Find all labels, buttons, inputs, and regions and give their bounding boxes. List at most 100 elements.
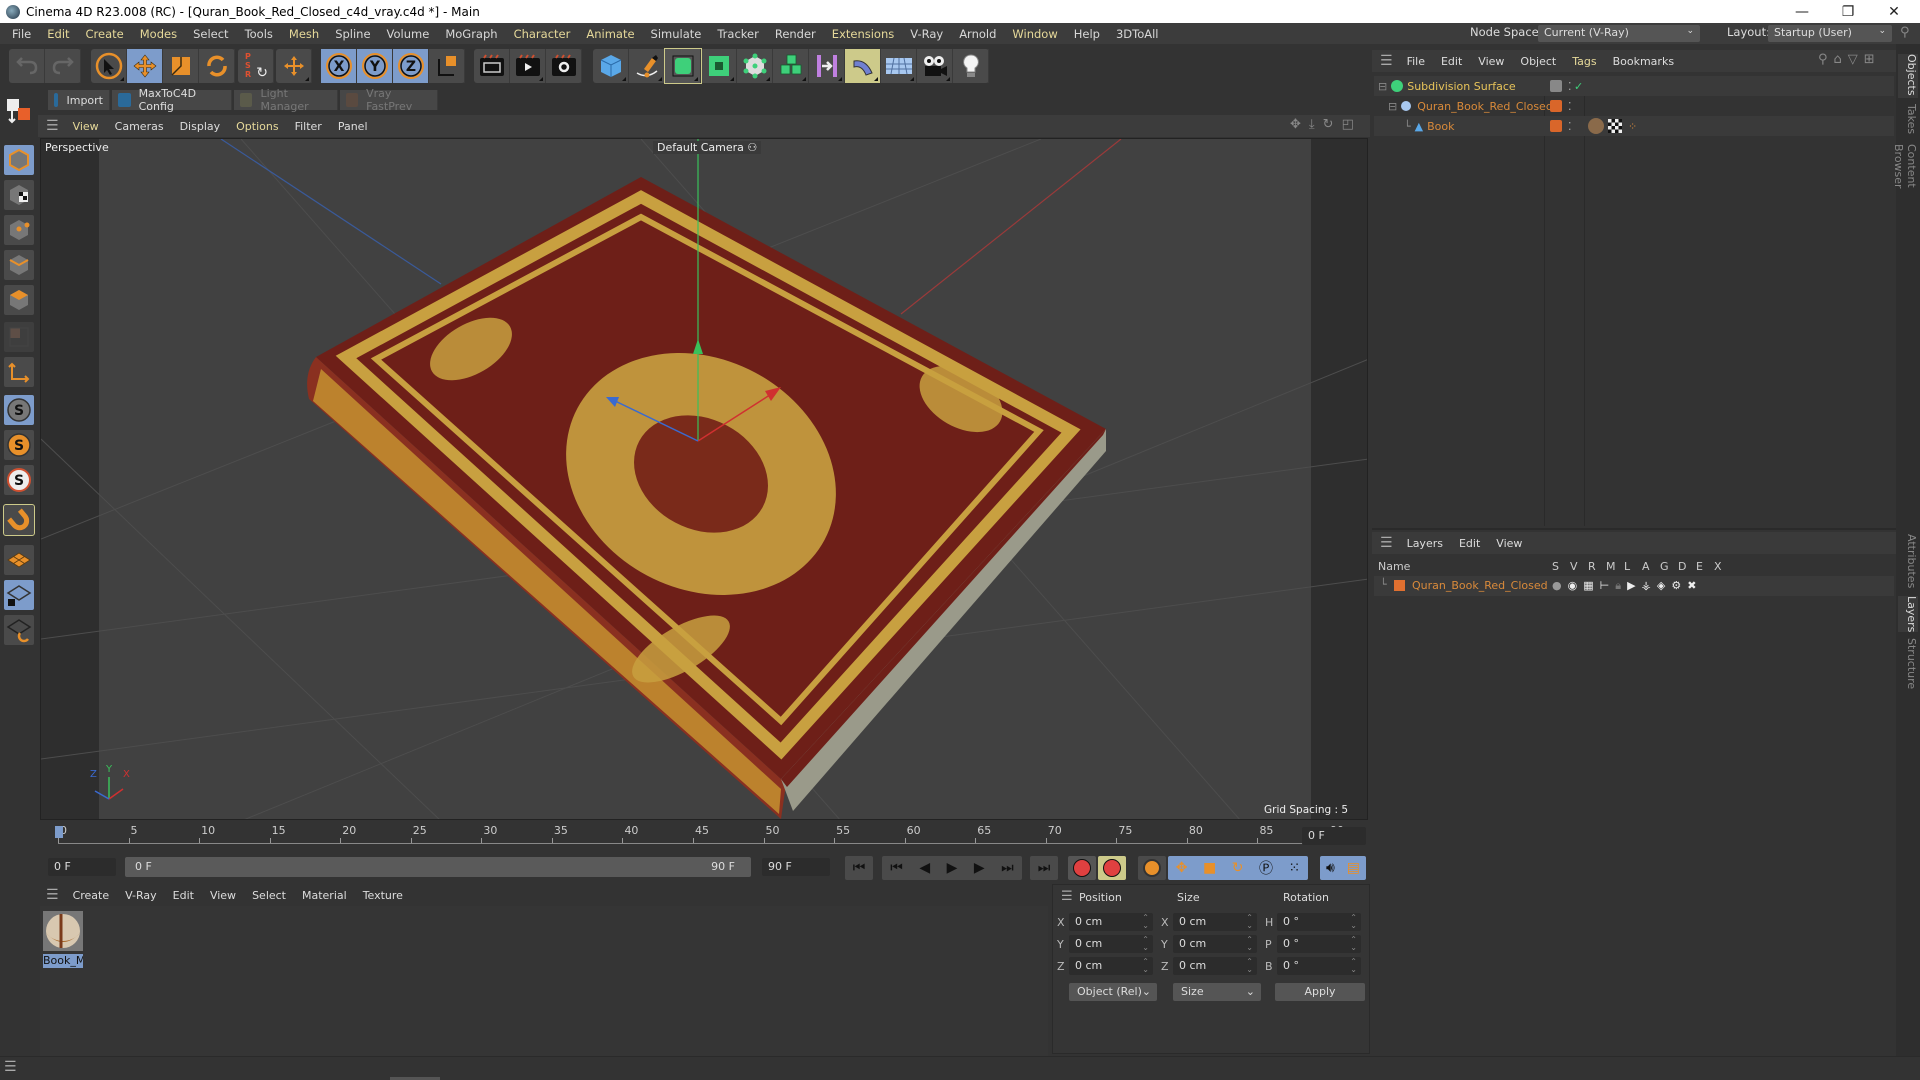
material-menu-edit[interactable]: Edit (165, 889, 202, 902)
x-axis-icon[interactable]: X (321, 49, 357, 83)
menu-mesh[interactable]: Mesh (281, 27, 327, 41)
viewport-camera-label[interactable]: Default Camera ⚇ (653, 141, 762, 154)
layer-menu-view[interactable]: View (1488, 537, 1530, 550)
layer-column-s[interactable]: S (1552, 560, 1559, 573)
solo-icon[interactable]: ● (1552, 579, 1562, 593)
edge-mode-icon[interactable] (4, 250, 34, 280)
minimize-button[interactable]: — (1780, 0, 1824, 23)
scale-icon[interactable] (163, 49, 199, 83)
menu-character[interactable]: Character (506, 27, 579, 41)
menu-create[interactable]: Create (78, 27, 132, 41)
stepper-icon[interactable]: ⌃ ⌄ (1350, 958, 1357, 974)
rotate-icon[interactable] (199, 49, 235, 83)
select-arrow-icon[interactable] (91, 49, 127, 83)
object-row-subdivision-surface[interactable]: ⊟ Subdivision Surface ⁚ ✓ (1374, 76, 1894, 96)
axis-mode-icon[interactable] (4, 357, 34, 387)
frame-range-slider[interactable]: 0 F 90 F (125, 857, 751, 877)
material-tag-icon[interactable] (1588, 118, 1604, 134)
maxtoc4d-config-button[interactable]: MaxToC4D Config (112, 87, 232, 113)
object-menu-view[interactable]: View (1470, 55, 1512, 68)
layer-menu-edit[interactable]: Edit (1451, 537, 1488, 550)
add-icon[interactable] (276, 49, 312, 83)
search-icon[interactable]: ⚲ (1818, 52, 1828, 67)
stepper-icon[interactable]: ⌃ ⌄ (1246, 936, 1253, 952)
polygon-icon[interactable] (737, 49, 773, 83)
subdivision-icon[interactable] (664, 48, 702, 84)
position-z-field[interactable]: 0 cm ⌃ ⌄ (1069, 957, 1153, 975)
material-menu-view[interactable]: View (202, 889, 244, 902)
workplane-align-icon[interactable] (4, 615, 34, 645)
next-frame-icon[interactable]: ▶ (974, 860, 985, 876)
snap-icon[interactable]: S (4, 395, 34, 425)
material-menu-v-ray[interactable]: V-Ray (117, 889, 165, 902)
cloner-icon[interactable] (773, 49, 809, 83)
object-menu-edit[interactable]: Edit (1433, 55, 1470, 68)
material-menu-create[interactable]: Create (65, 889, 118, 902)
menu-simulate[interactable]: Simulate (643, 27, 710, 41)
position-y-field[interactable]: 0 cm ⌃ ⌄ (1069, 935, 1153, 953)
hamburger-menu-icon[interactable]: ☰ (46, 887, 59, 903)
texture-mode-icon[interactable] (4, 180, 34, 210)
layer-column-d[interactable]: D (1678, 560, 1686, 573)
tab-objects[interactable]: Objects (1898, 54, 1918, 98)
tab-structure[interactable]: Structure (1898, 638, 1918, 692)
prev-key-icon[interactable]: ⏮ (890, 860, 903, 876)
snap-settings-icon[interactable]: S (4, 430, 34, 460)
size-mode-dropdown[interactable]: Size ⌄ (1173, 983, 1261, 1001)
node-space-dropdown[interactable]: Current (V-Ray) ⌄ (1538, 25, 1700, 42)
viewport-menu-cameras[interactable]: Cameras (107, 120, 172, 133)
render-icon[interactable]: ▦ (1583, 579, 1593, 593)
menu-modes[interactable]: Modes (132, 27, 185, 41)
polygon-mode-icon[interactable] (4, 285, 34, 315)
enabled-check-icon[interactable]: ✓ (1574, 80, 1583, 93)
position-x-field[interactable]: 0 cm ⌃ ⌄ (1069, 913, 1153, 931)
pan-icon[interactable]: ✥ (1290, 117, 1301, 132)
layer-column-x[interactable]: X (1714, 560, 1722, 573)
z-axis-icon[interactable]: Z (393, 49, 429, 83)
tab-attributes[interactable]: Attributes (1898, 534, 1918, 592)
rotation-b-field[interactable]: 0 ° ⌃ ⌄ (1277, 957, 1361, 975)
pen-icon[interactable] (629, 49, 665, 83)
dolly-icon[interactable]: ⤓ (1309, 117, 1315, 132)
menu-help[interactable]: Help (1066, 27, 1108, 41)
manager-icon[interactable]: ⊢ (1600, 579, 1610, 593)
render-settings-icon[interactable] (546, 49, 582, 83)
extrude-icon[interactable] (701, 49, 737, 83)
size-z-field[interactable]: 0 cm ⌃ ⌄ (1173, 957, 1257, 975)
layer-column-r[interactable]: R (1588, 560, 1596, 573)
y-axis-icon[interactable]: Y (357, 49, 393, 83)
layer-column-l[interactable]: L (1624, 560, 1630, 573)
menu-extensions[interactable]: Extensions (824, 27, 902, 41)
menu-render[interactable]: Render (767, 27, 824, 41)
stepper-icon[interactable]: ⌃ ⌄ (1246, 958, 1253, 974)
tab-layers[interactable]: Layers (1898, 596, 1918, 632)
object-row-book[interactable]: └ ▲ Book ⁚ ⁘ (1374, 116, 1894, 136)
visibility-dots-icon[interactable]: ⁚ (1568, 100, 1572, 113)
point-mode-icon[interactable] (4, 215, 34, 245)
viewport-menu-view[interactable]: View (65, 120, 107, 133)
stepper-icon[interactable]: ⌃ ⌄ (1246, 914, 1253, 930)
material-swatch[interactable]: Book_M (43, 911, 83, 968)
layer-column-name[interactable]: Name (1378, 560, 1410, 573)
layout-dropdown[interactable]: Startup (User) ⌄ (1768, 25, 1892, 42)
menu-tools[interactable]: Tools (237, 27, 281, 41)
bend-icon[interactable] (845, 49, 881, 83)
maximize-view-icon[interactable]: ◰ (1342, 117, 1354, 132)
hamburger-menu-icon[interactable]: ☰ (1380, 53, 1393, 69)
tab-takes[interactable]: Takes (1898, 104, 1918, 140)
orbit-icon[interactable]: ↻ (1323, 117, 1334, 132)
menu-edit[interactable]: Edit (39, 27, 77, 41)
close-button[interactable]: ✕ (1872, 0, 1916, 23)
cube-icon[interactable] (593, 49, 629, 83)
uvw-tag-icon[interactable] (1608, 119, 1622, 133)
visible-icon[interactable]: ◉ (1568, 579, 1578, 593)
deformers-icon[interactable]: ◈ (1657, 579, 1665, 593)
material-menu-texture[interactable]: Texture (355, 889, 411, 902)
object-menu-file[interactable]: File (1399, 55, 1433, 68)
key-scale-icon[interactable]: ■ (1203, 860, 1216, 876)
workplane-icon[interactable] (4, 545, 34, 575)
render-view-icon[interactable] (474, 49, 510, 83)
move-icon[interactable] (127, 49, 163, 83)
layer-column-e[interactable]: E (1696, 560, 1703, 573)
end-frame-field[interactable]: 90 F (762, 858, 830, 876)
